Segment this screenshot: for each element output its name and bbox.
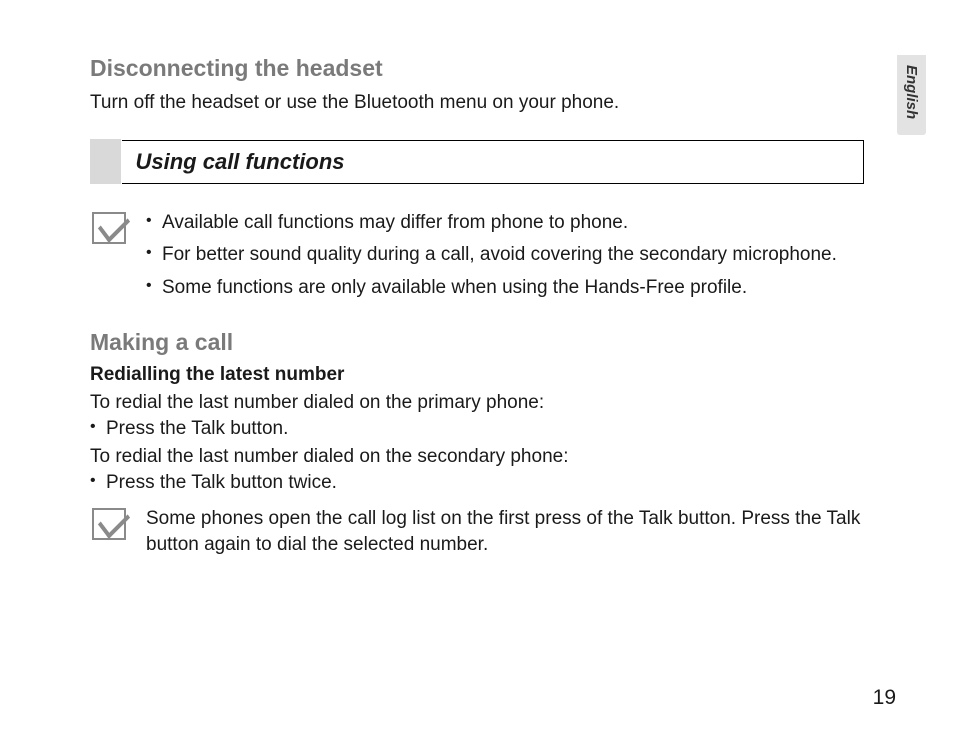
list-item: Press the Talk button. [90,418,864,440]
bullet-list-secondary: Press the Talk button twice. [90,472,864,494]
language-tab: English [897,55,926,135]
page-number: 19 [873,686,896,710]
note-icon-col [90,506,128,557]
note-icon-col [90,210,128,308]
list-item: Press the Talk button twice. [90,472,864,494]
note-text-2: Some phones open the call log list on th… [146,506,864,557]
body-text-disconnecting: Turn off the headset or use the Bluetoot… [90,90,864,116]
section-heading-disconnecting: Disconnecting the headset [90,55,864,82]
note-list-1: Available call functions may differ from… [146,210,837,308]
checkmark-icon [92,212,126,244]
bullet-list-primary: Press the Talk button. [90,418,864,440]
checkmark-icon [92,508,126,540]
gray-block [90,139,122,184]
section-heading-making-call: Making a call [90,329,864,356]
boxed-heading: Using call functions [90,140,864,184]
note-block-1: Available call functions may differ from… [90,210,864,308]
sub-heading-redial: Redialling the latest number [90,364,864,386]
boxed-heading-title: Using call functions [122,141,359,183]
note-item: Some functions are only available when u… [146,275,837,302]
note-item: Available call functions may differ from… [146,210,837,237]
para-primary: To redial the last number dialed on the … [90,392,864,414]
note-item: For better sound quality during a call, … [146,242,837,269]
note-block-2: Some phones open the call log list on th… [90,506,864,557]
para-secondary: To redial the last number dialed on the … [90,446,864,468]
